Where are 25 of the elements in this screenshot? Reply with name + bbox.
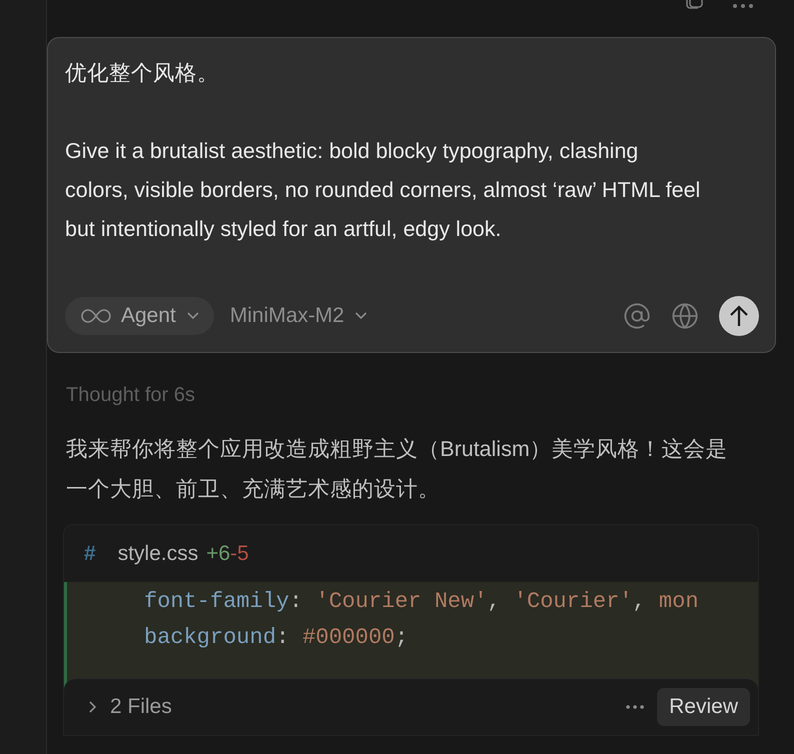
message-text: Give it a brutalist aesthetic: bold blocky typography, clashing colors, visible borders, no rounded corners, almost ‘raw’ HTML feel but intentionally styled for an artful, edgy look. <box>65 138 702 243</box>
chevron-down-icon <box>186 311 200 321</box>
at-sign-icon <box>623 302 651 330</box>
response-text: 我来帮你将整个应用改造成粗野主义（Brutalism）美学风格！这会是一个大胆、前卫、充满艺术感的设计。 <box>66 436 729 503</box>
message-text: 优化整个风格。 <box>65 60 220 87</box>
code-line: background: #000000; <box>144 624 410 652</box>
globe-icon <box>671 302 699 330</box>
more-icon[interactable] <box>625 704 646 710</box>
mention-button[interactable] <box>623 302 651 330</box>
code-line: font-family: 'Courier New', 'Courier', mon <box>144 588 700 616</box>
arrow-up-icon <box>728 304 750 328</box>
chevron-down-icon <box>354 311 368 321</box>
file-name[interactable]: style.css <box>118 542 198 566</box>
agent-mode-button[interactable]: Agent <box>65 297 214 335</box>
web-search-button[interactable] <box>671 302 699 330</box>
css-file-icon: # <box>84 542 96 566</box>
send-button[interactable] <box>719 296 759 336</box>
added-count: +6 <box>206 542 230 566</box>
infinity-icon <box>81 308 111 324</box>
review-button[interactable]: Review <box>657 688 750 726</box>
message-composer[interactable] <box>47 37 776 353</box>
model-selector[interactable]: MiniMax-M2 <box>226 304 372 328</box>
chevron-right-icon[interactable] <box>88 700 98 714</box>
removed-count: -5 <box>230 542 249 566</box>
files-count[interactable]: 2 Files <box>110 695 172 719</box>
